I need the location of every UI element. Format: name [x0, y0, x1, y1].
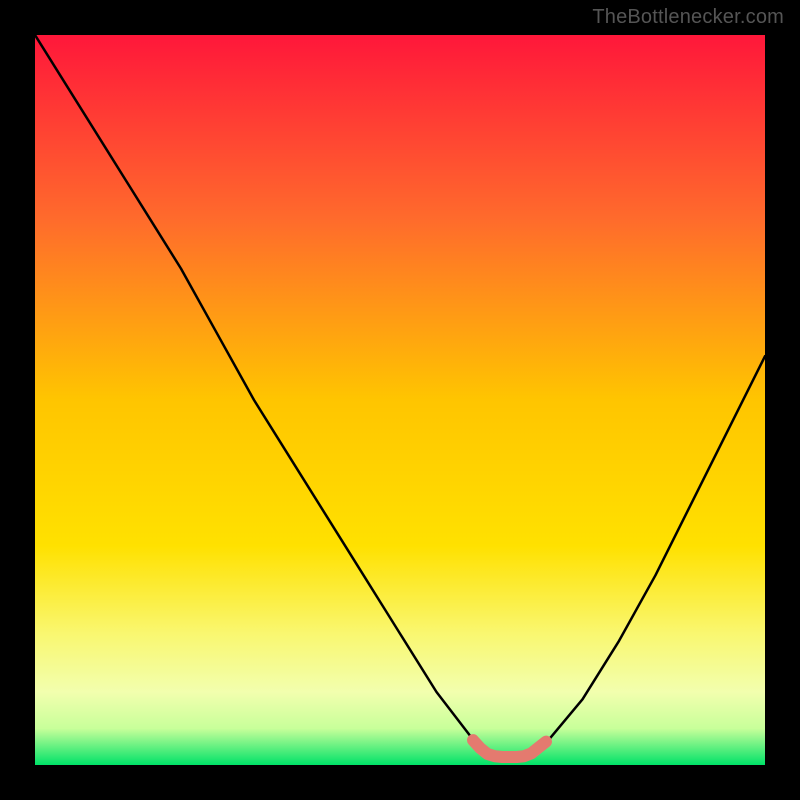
- bottleneck-chart: [0, 0, 800, 800]
- plot-background-gradient: [35, 35, 765, 765]
- chart-frame: TheBottlenecker.com: [0, 0, 800, 800]
- watermark-text: TheBottlenecker.com: [592, 6, 784, 29]
